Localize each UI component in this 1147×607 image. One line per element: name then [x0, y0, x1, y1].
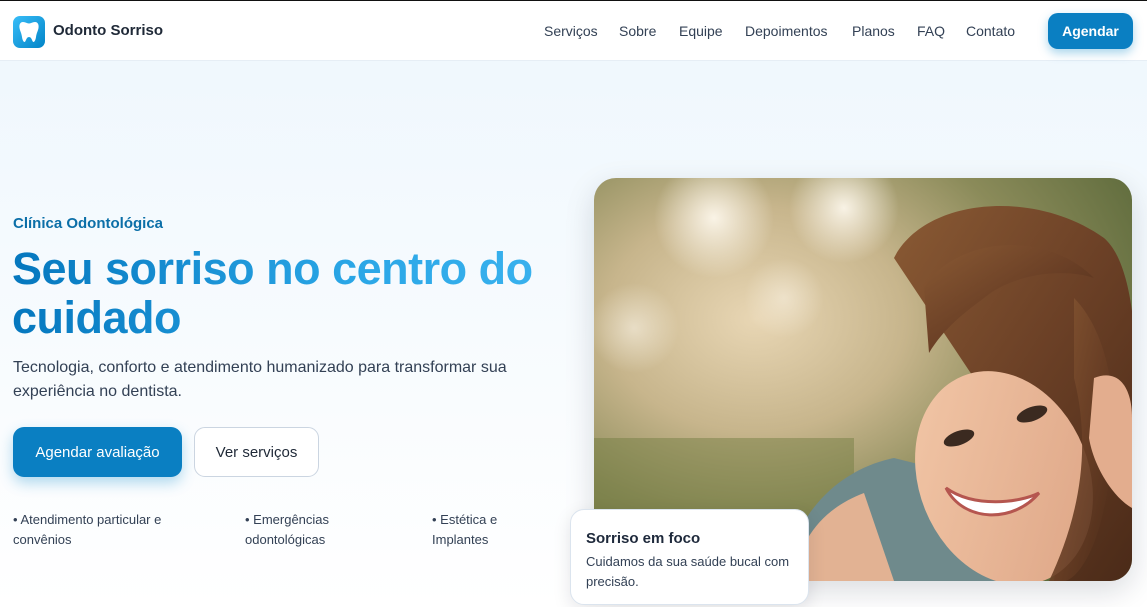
card-text: Cuidamos da sua saúde bucal com precisão… [586, 554, 790, 589]
tooth-icon[interactable] [13, 16, 45, 48]
nav-link-depoimentos[interactable]: Depoimentos [745, 23, 828, 39]
nav-link-servicos[interactable]: Serviços [544, 23, 598, 39]
nav-link-sobre[interactable]: Sobre [619, 23, 656, 39]
focus-info-card: Sorriso em foco Cuidamos da sua saúde bu… [570, 509, 809, 605]
feature-item-private-insurance: • Atendimento particular e convênios [13, 512, 162, 547]
brand-name[interactable]: Odonto Sorriso [53, 22, 163, 39]
feature-item-emergencies: • Emergências odontológicas [245, 512, 330, 547]
hero-eyebrow: Clínica Odontológica [13, 215, 164, 232]
schedule-evaluation-button[interactable]: Agendar avaliação [13, 427, 182, 477]
schedule-button[interactable]: Agendar [1048, 13, 1133, 49]
hero-title: Seu sorriso no centro do cuidado [12, 244, 572, 342]
nav-link-contato[interactable]: Contato [966, 23, 1015, 39]
view-services-button[interactable]: Ver serviços [194, 427, 319, 477]
site-header: Odonto Sorriso Serviços Sobre Equipe Dep… [0, 1, 1147, 61]
hero-subtitle: Tecnologia, conforto e atendimento human… [13, 359, 507, 400]
nav-link-planos[interactable]: Planos [852, 23, 895, 39]
card-title: Sorriso em foco [586, 530, 701, 547]
nav-link-faq[interactable]: FAQ [917, 23, 945, 39]
feature-item-aesthetics-implants: • Estética e Implantes [432, 512, 498, 547]
nav-link-equipe[interactable]: Equipe [679, 23, 723, 39]
